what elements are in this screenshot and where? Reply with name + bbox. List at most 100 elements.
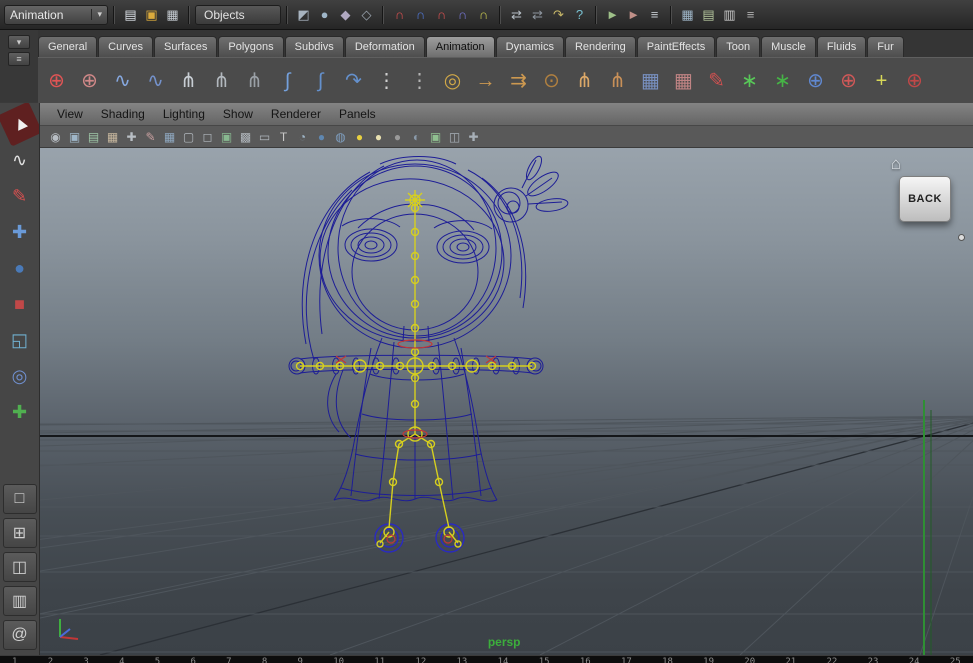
panel-menu-show[interactable]: Show [214, 107, 262, 121]
aim-constraint-icon[interactable]: ⇉ [502, 62, 535, 100]
safe-title-icon[interactable]: T [274, 128, 293, 146]
snap-to-plane-icon[interactable]: ∩ [452, 4, 473, 25]
menu-set-dropdown[interactable]: Animation ▾ [4, 4, 108, 25]
shelf-tab-dynamics[interactable]: Dynamics [495, 36, 564, 57]
pin-joint-icon[interactable]: + [865, 62, 898, 100]
anim-snapshot-icon[interactable]: ∿ [139, 62, 172, 100]
film-gate-icon[interactable]: ▢ [179, 128, 198, 146]
select-camera-icon[interactable]: ◉ [46, 128, 65, 146]
shelf-tab-general[interactable]: General [38, 36, 98, 57]
lattice-points-icon[interactable]: ⋮ [403, 62, 436, 100]
panel-menu-renderer[interactable]: Renderer [262, 107, 330, 121]
shelf-tab-painteffects[interactable]: PaintEffects [636, 36, 716, 57]
paint-skin-weights-icon[interactable]: ✎ [700, 62, 733, 100]
character-set-icon[interactable]: ⋔ [568, 62, 601, 100]
shelf-tab-surfaces[interactable]: Surfaces [153, 36, 218, 57]
panel-menu-lighting[interactable]: Lighting [154, 107, 214, 121]
lasso-tool[interactable]: ∿ [3, 143, 37, 177]
select-by-component-icon[interactable]: ◆ [335, 4, 356, 25]
select-by-object-icon[interactable]: ● [314, 4, 335, 25]
anim-clip-icon[interactable]: ▦ [634, 62, 667, 100]
ik-handle-icon[interactable]: ∫ [304, 62, 337, 100]
scale-tool[interactable]: ■ [3, 287, 37, 321]
layout-four-pane[interactable]: ⊞ [2, 518, 37, 548]
hypergraph-panel-icon[interactable]: ▤ [698, 4, 719, 25]
cluster-icon[interactable]: ⋮ [370, 62, 403, 100]
subcharacter-icon[interactable]: ⋔ [601, 62, 634, 100]
ik-fk-blend-icon[interactable]: ⊕ [799, 62, 832, 100]
back-button[interactable]: BACK [899, 176, 951, 222]
hypershade-panel-icon[interactable]: ▦ [677, 4, 698, 25]
isolate-select-icon[interactable]: ▣ [426, 128, 445, 146]
shelf-tab-rendering[interactable]: Rendering [564, 36, 636, 57]
input-connections-icon[interactable]: ⇄ [506, 4, 527, 25]
shelf-tab-animation[interactable]: Animation [425, 36, 495, 57]
ghosting-icon[interactable]: ∗ [766, 62, 799, 100]
snap-to-point-icon[interactable]: ∩ [431, 4, 452, 25]
snap-to-curve-icon[interactable]: ∩ [410, 4, 431, 25]
skeleton-icon[interactable]: ⋔ [172, 62, 205, 100]
all-lights-icon[interactable]: ● [350, 128, 369, 146]
anim-curve-icon[interactable]: ∿ [106, 62, 139, 100]
render-current-frame-icon[interactable]: ► [602, 4, 623, 25]
shelf-tab-curves[interactable]: Curves [98, 36, 153, 57]
home-icon[interactable]: ⌂ [891, 154, 901, 174]
xray-joints-icon[interactable]: ✚ [464, 128, 483, 146]
select-tool[interactable]: ► [0, 103, 39, 147]
layout-persp-outliner[interactable]: ◫ [2, 552, 37, 582]
move-tool[interactable]: ✚ [3, 215, 37, 249]
pole-vector-icon[interactable]: ⊕ [832, 62, 865, 100]
open-scene-icon[interactable]: ▣ [141, 4, 162, 25]
selection-mask-dropdown[interactable]: Objects [195, 4, 281, 25]
construction-history-icon[interactable]: ↷ [548, 4, 569, 25]
output-connections-icon[interactable]: ⇄ [527, 4, 548, 25]
ik-spline-icon[interactable]: ↷ [337, 62, 370, 100]
locator-icon[interactable]: ◎ [436, 62, 469, 100]
shelf-tab-subdivs[interactable]: Subdivs [284, 36, 344, 57]
xray-icon[interactable]: ◫ [445, 128, 464, 146]
shadows-icon[interactable]: ◐ [407, 128, 426, 146]
snap-to-view-icon[interactable]: ∩ [473, 4, 494, 25]
selection-lock-icon[interactable]: ◇ [356, 4, 377, 25]
attribute-editor-icon[interactable]: ▥ [719, 4, 740, 25]
layout-single-pane[interactable]: □ [2, 484, 37, 514]
shelf-menu-icon[interactable]: ≡ [8, 52, 30, 66]
wireframe-mode-icon[interactable]: ◔ [293, 128, 312, 146]
field-chart-icon[interactable]: ▩ [236, 128, 255, 146]
grid-toggle-icon[interactable]: ▦ [160, 128, 179, 146]
2d-pan-zoom-icon[interactable]: ✚ [122, 128, 141, 146]
viewport-canvas[interactable]: ⌂ BACK persp [40, 148, 973, 655]
set-breakdown-icon[interactable]: ⊕ [73, 62, 106, 100]
shelf-tab-fluids[interactable]: Fluids [816, 36, 867, 57]
walk-cycle-icon[interactable]: ⋔ [238, 62, 271, 100]
grease-pencil-icon[interactable]: ✎ [141, 128, 160, 146]
point-constraint-icon[interactable]: → [469, 62, 502, 100]
shelf-tab-polygons[interactable]: Polygons [218, 36, 284, 57]
set-key-icon[interactable]: ⊕ [40, 62, 73, 100]
gate-mask-icon[interactable]: ▣ [217, 128, 236, 146]
render-settings-icon[interactable]: ≡ [644, 4, 665, 25]
pose-icon[interactable]: ⋔ [205, 62, 238, 100]
shelf-tab-muscle[interactable]: Muscle [761, 36, 816, 57]
anim-clip-2-icon[interactable]: ▦ [667, 62, 700, 100]
safe-action-icon[interactable]: ▭ [255, 128, 274, 146]
help-icon[interactable]: ? [569, 4, 590, 25]
shaded-mode-icon[interactable]: ● [312, 128, 331, 146]
joint-tool-icon[interactable]: ∫ [271, 62, 304, 100]
panel-menu-view[interactable]: View [48, 107, 92, 121]
resolution-gate-icon[interactable]: ◻ [198, 128, 217, 146]
shelf-tab-fur[interactable]: Fur [867, 36, 904, 57]
textured-mode-icon[interactable]: ◍ [331, 128, 350, 146]
no-lights-icon[interactable]: ● [388, 128, 407, 146]
camera-attributes-icon[interactable]: ▣ [65, 128, 84, 146]
time-slider-strip[interactable]: 1 2 3 4 5 6 7 8 9 10 11 12 13 14 15 16 17 18 19 20 21 22 23 24 2… [0, 655, 973, 663]
tool-settings-icon[interactable]: ≡ [740, 4, 761, 25]
image-plane-icon[interactable]: ▦ [103, 128, 122, 146]
shelf-tab-deformation[interactable]: Deformation [344, 36, 425, 57]
default-light-icon[interactable]: ● [369, 128, 388, 146]
motion-trail-icon[interactable]: ∗ [733, 62, 766, 100]
layout-hypergraph[interactable]: @ [2, 620, 37, 650]
orient-constraint-icon[interactable]: ⊙ [535, 62, 568, 100]
save-scene-icon[interactable]: ▦ [162, 4, 183, 25]
bookmarks-icon[interactable]: ▤ [84, 128, 103, 146]
